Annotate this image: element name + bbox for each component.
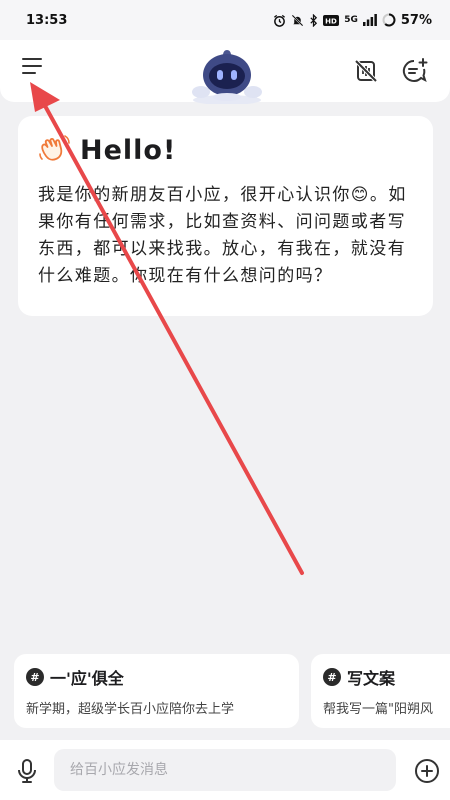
welcome-heading: Hello!	[38, 130, 415, 170]
waving-hand-icon	[38, 134, 70, 166]
new-chat-icon[interactable]	[400, 56, 430, 86]
alarm-icon	[273, 14, 286, 27]
suggestion-card[interactable]: # 写文案 帮我写一篇"阳朔风	[311, 654, 450, 728]
welcome-card: Hello! 我是你的新朋友百小应，很开心认识你😊。如果你有任何需求，比如查资料…	[18, 116, 433, 316]
signal-icon	[362, 14, 377, 26]
hashtag-icon: #	[26, 668, 44, 686]
battery-percent: 57%	[400, 12, 432, 28]
bluetooth-icon	[309, 13, 318, 27]
message-input-bar	[0, 740, 450, 800]
network-type-label: 5G	[344, 15, 358, 25]
suggestion-card[interactable]: # 一'应'俱全 新学期，超级学长百小应陪你去上学	[14, 654, 299, 728]
welcome-message: 我是你的新朋友百小应，很开心认识你😊。如果你有任何需求，比如查资料、问问题或者写…	[38, 185, 407, 286]
menu-icon[interactable]	[22, 58, 48, 82]
robot-avatar-icon	[187, 48, 267, 105]
suggestion-title: 写文案	[347, 669, 396, 688]
add-attachment-icon[interactable]	[414, 758, 440, 784]
suggestion-description: 帮我写一篇"阳朔风	[323, 702, 433, 717]
status-bar: 13:53 HD 5G 57%	[0, 0, 450, 40]
microphone-icon[interactable]	[16, 759, 38, 783]
status-icons: HD 5G 57%	[273, 13, 432, 28]
silent-bell-icon	[291, 14, 304, 27]
suggestion-description: 新学期，超级学长百小应陪你去上学	[26, 702, 235, 717]
hd-icon: HD	[323, 14, 340, 26]
speaker-muted-icon[interactable]	[352, 57, 380, 85]
message-input[interactable]	[54, 749, 396, 791]
app-header	[0, 40, 450, 105]
status-time: 13:53	[26, 12, 68, 28]
battery-ring-icon	[382, 13, 396, 27]
suggestion-title: 一'应'俱全	[50, 669, 124, 688]
svg-text:HD: HD	[325, 17, 337, 25]
hashtag-icon: #	[323, 668, 341, 686]
welcome-title: Hello!	[80, 134, 177, 166]
suggestion-list: # 一'应'俱全 新学期，超级学长百小应陪你去上学 # 写文案 帮我写一篇"阳朔…	[14, 654, 450, 728]
